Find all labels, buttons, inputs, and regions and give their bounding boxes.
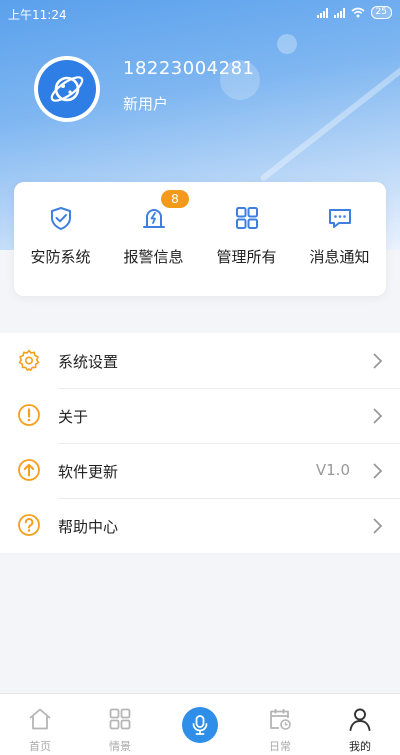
tab-label: 日常: [269, 740, 291, 753]
quick-action-manage-all[interactable]: 管理所有: [200, 182, 293, 296]
tab-daily[interactable]: 日常: [240, 694, 320, 755]
status-indicators: 25: [316, 6, 392, 19]
menu-item-help-center[interactable]: 帮助中心: [0, 498, 400, 553]
status-time: 上午11:24: [8, 8, 67, 22]
menu-item-label: 系统设置: [58, 353, 119, 371]
bottom-tab-bar: 首页 情景 日常 我的: [0, 693, 400, 755]
voice-button[interactable]: [182, 707, 218, 743]
question-circle-icon: [18, 514, 40, 536]
app-version: V1.0: [315, 461, 350, 479]
tab-mine[interactable]: 我的: [320, 694, 400, 755]
quick-action-alarm-info[interactable]: 8 报警信息: [107, 182, 200, 296]
grid-icon: [235, 207, 258, 229]
quick-action-message-notifications[interactable]: 消息通知: [293, 182, 386, 296]
menu-item-software-update[interactable]: 软件更新 V1.0: [0, 443, 400, 498]
quick-action-label: 安防系统: [30, 248, 91, 266]
decorative-bubble: [277, 34, 297, 54]
chevron-right-icon: [373, 408, 383, 424]
signal-icon: [333, 7, 345, 18]
tab-label: 我的: [349, 740, 371, 753]
profile-username: 新用户: [123, 95, 169, 113]
exclamation-circle-icon: [18, 404, 40, 426]
alarm-light-icon: [142, 209, 165, 228]
planet-icon: [38, 60, 96, 118]
quick-action-label: 报警信息: [123, 248, 184, 266]
arrow-up-circle-icon: [18, 459, 40, 481]
person-icon: [349, 708, 371, 731]
menu-item-system-settings[interactable]: 系统设置: [0, 333, 400, 388]
menu-item-about[interactable]: 关于: [0, 388, 400, 443]
grid-icon: [109, 708, 131, 730]
signal-icon: [316, 7, 328, 18]
menu-item-label: 帮助中心: [58, 518, 119, 536]
menu-item-label: 软件更新: [58, 463, 119, 481]
battery-indicator: 25: [370, 6, 392, 19]
avatar[interactable]: [34, 56, 100, 122]
wifi-icon: [351, 7, 365, 18]
quick-action-label: 管理所有: [216, 248, 277, 266]
tab-scenes[interactable]: 情景: [80, 694, 160, 755]
chevron-right-icon: [373, 463, 383, 479]
alarm-count-badge: 8: [161, 190, 189, 208]
decorative-streak: [259, 54, 400, 182]
profile-phone: 18223004281: [123, 58, 255, 79]
tab-home[interactable]: 首页: [0, 694, 80, 755]
chevron-right-icon: [373, 518, 383, 534]
tab-label: 首页: [29, 740, 51, 753]
tab-voice[interactable]: [160, 694, 240, 755]
quick-action-label: 消息通知: [309, 248, 370, 266]
settings-menu: 系统设置 关于 软件更新 V1.0 帮助中心: [0, 333, 400, 553]
chevron-right-icon: [373, 353, 383, 369]
gear-icon: [18, 349, 40, 371]
status-bar: 上午11:24 25: [0, 0, 400, 28]
message-icon: [328, 209, 351, 228]
menu-item-label: 关于: [58, 408, 89, 426]
quick-actions-card: 安防系统 8 报警信息 管理所有 消息通知: [14, 182, 386, 296]
shield-check-icon: [50, 207, 71, 230]
calendar-clock-icon: [270, 709, 291, 730]
home-icon: [29, 708, 51, 730]
tab-label: 情景: [109, 740, 131, 753]
quick-action-security-system[interactable]: 安防系统: [14, 182, 107, 296]
microphone-icon: [192, 715, 208, 735]
